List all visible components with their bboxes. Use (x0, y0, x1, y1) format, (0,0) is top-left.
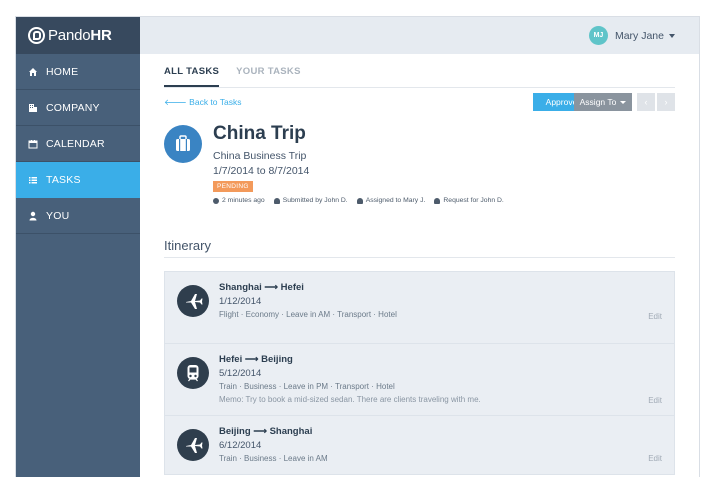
logo-icon (28, 27, 45, 44)
app-window: PandoHR HOME COMPANY CALENDAR TASKS YOU … (16, 17, 699, 477)
list-icon (29, 176, 37, 183)
edit-link[interactable]: Edit (648, 312, 662, 321)
arrow-right-icon: ⟶ (253, 426, 267, 437)
user-icon (434, 197, 441, 204)
task-summary: China Trip China Business Trip 1/7/2014 … (164, 116, 675, 236)
arrow-right-icon: ⟶ (244, 354, 259, 365)
home-icon (29, 67, 37, 76)
main-content: ALL TASKS YOUR TASKS 🡐 Back to Tasks App… (140, 54, 699, 477)
assign-label: Assign To (579, 97, 617, 107)
leg-details: Train · Business · Leave in PM · Transpo… (219, 382, 395, 391)
user-icon (356, 197, 363, 204)
leg-date: 1/12/2014 (219, 296, 262, 307)
sidebar-item-label: TASKS (46, 173, 81, 186)
user-menu[interactable]: MJ Mary Jane (588, 26, 675, 45)
avatar: MJ (588, 26, 608, 45)
sidebar-item-tasks[interactable]: TASKS (16, 162, 140, 198)
sidebar: PandoHR HOME COMPANY CALENDAR TASKS YOU (16, 17, 140, 477)
train-icon (177, 357, 209, 389)
meta-request: Request for John D. (443, 197, 504, 204)
task-subtitle: China Business Trip (213, 150, 307, 162)
leg-date: 6/12/2014 (219, 440, 262, 451)
edit-link[interactable]: Edit (648, 454, 662, 463)
tab-all-tasks[interactable]: ALL TASKS (164, 54, 220, 87)
status-badge: PENDING (213, 181, 253, 192)
meta-submitted: Submitted by John D. (282, 197, 348, 204)
clock-icon (213, 197, 219, 204)
action-bar: 🡐 Back to Tasks Approve Assign To ‹ › (164, 88, 675, 116)
leg-details: Flight · Economy · Leave in AM · Transpo… (219, 310, 397, 319)
logo-suffix: HR (90, 27, 112, 44)
sidebar-item-label: YOU (46, 209, 70, 222)
sidebar-item-calendar[interactable]: CALENDAR (16, 126, 140, 162)
task-dates: 1/7/2014 to 8/7/2014 (213, 165, 310, 177)
leg-to: Shanghai (269, 426, 313, 437)
tab-your-tasks[interactable]: YOUR TASKS (236, 54, 301, 87)
leg-date: 5/12/2014 (219, 368, 262, 379)
sidebar-item-company[interactable]: COMPANY (16, 90, 140, 126)
previous-button[interactable]: ‹ (637, 93, 655, 111)
user-icon (273, 197, 280, 204)
assign-to-button[interactable]: Assign To (574, 93, 632, 111)
leg-from: Beijing (219, 426, 251, 437)
plane-icon (177, 429, 209, 461)
chevron-left-icon: ‹ (644, 97, 648, 107)
arrow-right-icon: ⟶ (264, 282, 279, 293)
sidebar-item-label: CALENDAR (46, 137, 105, 150)
user-name: Mary Jane (614, 29, 664, 42)
list-item[interactable]: Shanghai ⟶ Hefei 1/12/2014 Flight · Econ… (165, 272, 674, 344)
leg-memo: Memo: Try to book a mid-sized sedan. The… (219, 395, 481, 404)
sidebar-item-home[interactable]: HOME (16, 54, 140, 90)
leg-from: Shanghai (219, 282, 262, 293)
itinerary-list: Shanghai ⟶ Hefei 1/12/2014 Flight · Econ… (164, 271, 675, 475)
list-item[interactable]: Beijing ⟶ Shanghai 6/12/2014 Train · Bus… (165, 416, 674, 474)
logo-prefix: Pando (48, 27, 91, 44)
meta-time: 2 minutes ago (222, 197, 265, 204)
back-link[interactable]: 🡐 Back to Tasks (164, 97, 241, 108)
section-title: Itinerary (164, 234, 675, 258)
task-title: China Trip (213, 123, 306, 144)
chevron-right-icon: › (664, 97, 668, 107)
leg-from: Hefei (219, 354, 243, 365)
task-meta: 2 minutes ago Submitted by John D. Assig… (213, 197, 513, 204)
leg-to: Beijing (261, 354, 293, 365)
next-button[interactable]: › (657, 93, 675, 111)
leg-to: Hefei (280, 282, 304, 293)
caret-down-icon (620, 100, 627, 104)
back-label: Back to Tasks (189, 97, 242, 107)
sidebar-item-label: HOME (46, 65, 79, 78)
arrow-left-icon: 🡐 (164, 97, 187, 107)
leg-details: Train · Business · Leave in AM (219, 454, 328, 463)
building-icon (29, 103, 37, 112)
suitcase-icon (164, 125, 202, 163)
calendar-icon (28, 139, 38, 148)
list-item[interactable]: Hefei ⟶ Beijing 5/12/2014 Train · Busine… (165, 344, 674, 416)
sidebar-item-label: COMPANY (46, 101, 100, 114)
meta-assigned: Assigned to Mary J. (365, 197, 426, 204)
plane-icon (177, 285, 209, 317)
edit-link[interactable]: Edit (648, 396, 662, 405)
top-bar: MJ Mary Jane (140, 17, 699, 54)
user-icon (29, 211, 37, 220)
chevron-down-icon (669, 33, 675, 38)
tabs: ALL TASKS YOUR TASKS (164, 54, 675, 88)
logo[interactable]: PandoHR (16, 17, 140, 54)
sidebar-item-you[interactable]: YOU (16, 198, 140, 234)
